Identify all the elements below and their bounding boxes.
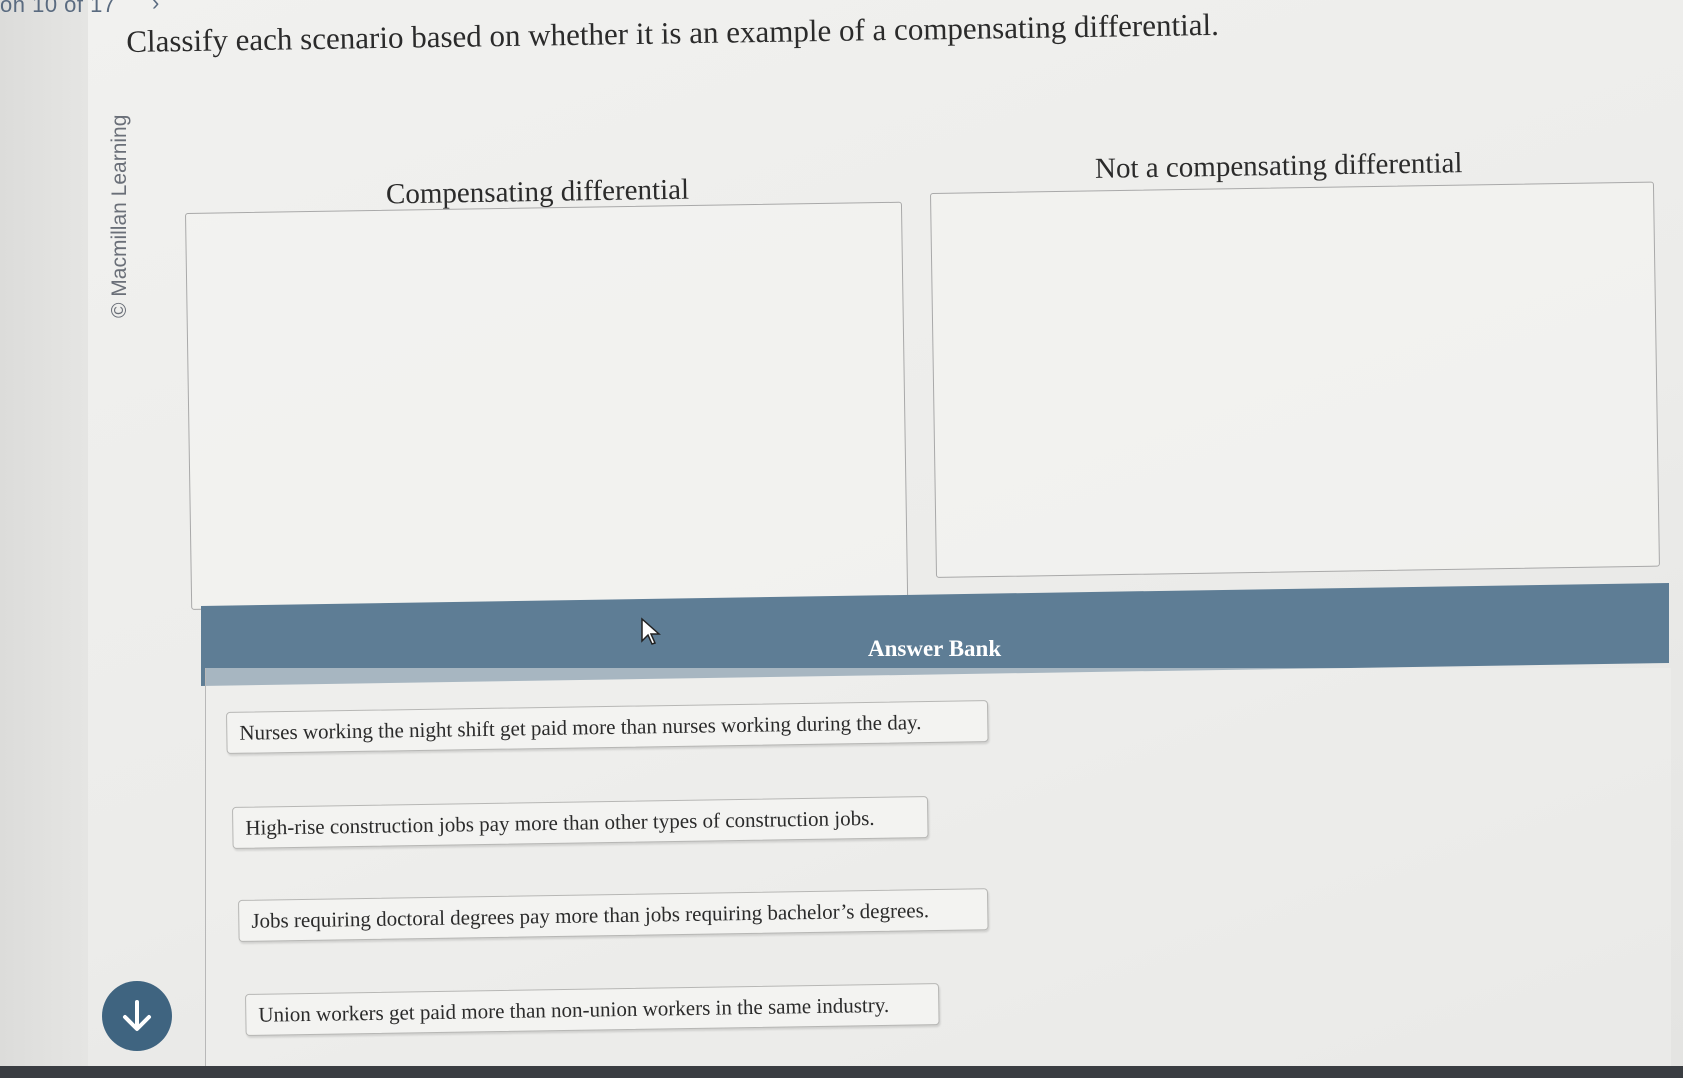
copyright-notice: © Macmillan Learning bbox=[108, 114, 131, 318]
answer-bank-title: Answer Bank bbox=[868, 636, 1002, 661]
bin-title-not-compensating: Not a compensating differential bbox=[1094, 147, 1463, 185]
drop-zone-compensating[interactable] bbox=[185, 201, 909, 610]
arrow-down-icon bbox=[123, 1000, 151, 1031]
question-counter: on 10 of 17 bbox=[0, 0, 116, 17]
mouse-cursor-icon bbox=[641, 617, 661, 645]
left-margin bbox=[0, 0, 95, 1078]
taskbar bbox=[0, 1066, 1683, 1078]
scroll-down-button[interactable] bbox=[102, 981, 172, 1051]
next-question-chevron-icon[interactable]: › bbox=[152, 0, 159, 16]
drop-zone-not-compensating[interactable] bbox=[930, 181, 1660, 578]
